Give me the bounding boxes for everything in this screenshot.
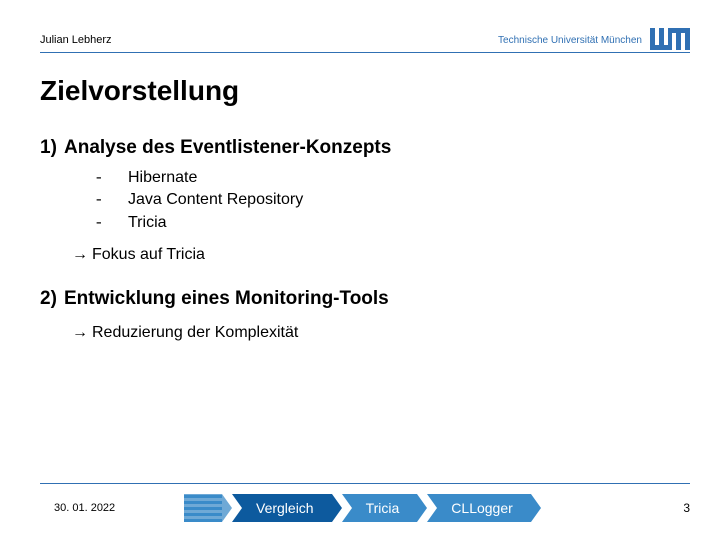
breadcrumb-stub-icon xyxy=(184,494,222,522)
tum-logo-icon xyxy=(650,28,690,50)
dash-icon: - xyxy=(94,213,128,235)
footer-row: 30. 01. 2022 Vergleich Tricia CLLogger 3 xyxy=(0,484,720,522)
list-item-label: Tricia xyxy=(128,212,167,234)
dash-icon: - xyxy=(94,168,128,190)
breadcrumb-tab-cllogger[interactable]: CLLogger xyxy=(427,494,531,522)
tab-label: Tricia xyxy=(366,500,400,516)
dash-icon: - xyxy=(94,190,128,212)
page-number: 3 xyxy=(660,501,690,515)
university-block: Technische Universität München xyxy=(498,28,690,50)
tab-label: CLLogger xyxy=(451,500,513,516)
list-item: -Java Content Repository xyxy=(94,189,720,212)
conclusion-text: Fokus auf Tricia xyxy=(92,246,205,263)
section-1-conclusion: →Fokus auf Tricia xyxy=(72,244,720,266)
conclusion-text: Reduzierung der Komplexität xyxy=(92,324,298,341)
breadcrumb-tab-tricia[interactable]: Tricia xyxy=(342,494,418,522)
section-2-number: 2) xyxy=(40,286,64,312)
list-item-label: Hibernate xyxy=(128,167,197,189)
author-name: Julian Lebherz xyxy=(40,34,112,50)
section-1-text: Analyse des Eventlistener-Konzepts xyxy=(64,137,391,158)
tab-label: Vergleich xyxy=(256,500,314,516)
section-1-number: 1) xyxy=(40,135,64,161)
section-2-conclusion: →Reduzierung der Komplexität xyxy=(72,322,720,344)
section-1-sublist: -Hibernate -Java Content Repository -Tri… xyxy=(94,167,720,235)
slide-footer: 30. 01. 2022 Vergleich Tricia CLLogger 3 xyxy=(0,483,720,522)
arrow-right-icon: → xyxy=(72,246,88,263)
slide-header: Julian Lebherz Technische Universität Mü… xyxy=(0,0,720,50)
section-2-text: Entwicklung eines Monitoring-Tools xyxy=(64,288,389,309)
university-name: Technische Universität München xyxy=(498,35,642,50)
footer-date: 30. 01. 2022 xyxy=(54,502,184,514)
arrow-right-icon: → xyxy=(72,324,88,341)
section-2-heading: 2)Entwicklung eines Monitoring-Tools xyxy=(40,286,720,312)
list-item-label: Java Content Repository xyxy=(128,189,303,211)
slide-content: 1)Analyse des Eventlistener-Konzepts -Hi… xyxy=(40,135,720,343)
breadcrumb: Vergleich Tricia CLLogger xyxy=(184,494,660,522)
breadcrumb-tab-vergleich[interactable]: Vergleich xyxy=(232,494,332,522)
list-item: -Tricia xyxy=(94,212,720,235)
slide-title: Zielvorstellung xyxy=(40,75,720,107)
header-divider xyxy=(40,52,690,53)
section-1-heading: 1)Analyse des Eventlistener-Konzepts xyxy=(40,135,720,161)
list-item: -Hibernate xyxy=(94,167,720,190)
